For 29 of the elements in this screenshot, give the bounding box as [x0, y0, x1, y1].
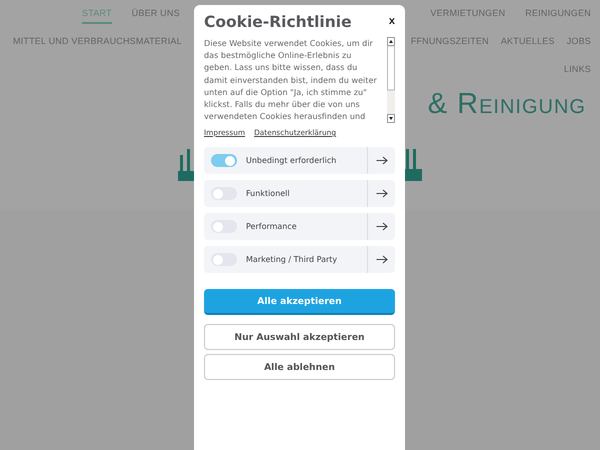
consent-button[interactable]: Alle ablehnen	[204, 354, 395, 380]
arrow-right-icon	[376, 255, 388, 264]
nav-link[interactable]: JOBS	[566, 32, 591, 52]
nav-link[interactable]: LINKS	[564, 60, 591, 80]
nav-link[interactable]: REINIGUNGEN	[525, 4, 591, 24]
nav-link[interactable]: FFNUNGSZEITEN	[410, 32, 489, 52]
nav-link[interactable]: AKTUELLES	[500, 32, 555, 52]
category-label: Performance	[246, 222, 298, 231]
toggle-switch[interactable]	[211, 220, 237, 233]
consent-button[interactable]: Alle akzeptieren	[204, 289, 395, 315]
scrollbar[interactable]	[387, 37, 395, 123]
dialog-title: Cookie-Richtlinie	[204, 13, 352, 31]
cookie-text: Diese Website verwendet Cookies, um dir das bestmögliche Online-Erlebnis zu geben. Lass uns bitte wissen, dass du damit einverstanden bist, indem du weiter unten auf die Option "Ja, ich stimme zu" klickst. Falls du mehr über die von uns verwendeten Cookies herausfinden und	[204, 37, 378, 122]
toggle-switch[interactable]	[211, 154, 237, 167]
site-heading: & Reinigung	[428, 88, 586, 121]
nav-link[interactable]: VERMIETUNGEN	[430, 4, 506, 24]
nav-link[interactable]: ÜBER UNS	[132, 4, 180, 24]
consent-button[interactable]: Nur Auswahl akzeptieren	[204, 324, 395, 350]
toggle-switch[interactable]	[211, 253, 237, 266]
arrow-right-icon	[376, 222, 388, 231]
category-label: Unbedingt erforderlich	[246, 156, 338, 165]
nav-link[interactable]: MITTEL UND VERBRAUCHSMATERIAL	[13, 32, 182, 52]
close-button[interactable]: x	[388, 15, 395, 27]
toggle-switch[interactable]	[211, 187, 237, 200]
category-label: Marketing / Third Party	[246, 255, 338, 264]
arrow-right-icon	[376, 156, 388, 165]
arrow-right-icon	[376, 189, 388, 198]
nav-link[interactable]: START	[82, 4, 112, 24]
category-label: Funktionell	[246, 189, 291, 198]
